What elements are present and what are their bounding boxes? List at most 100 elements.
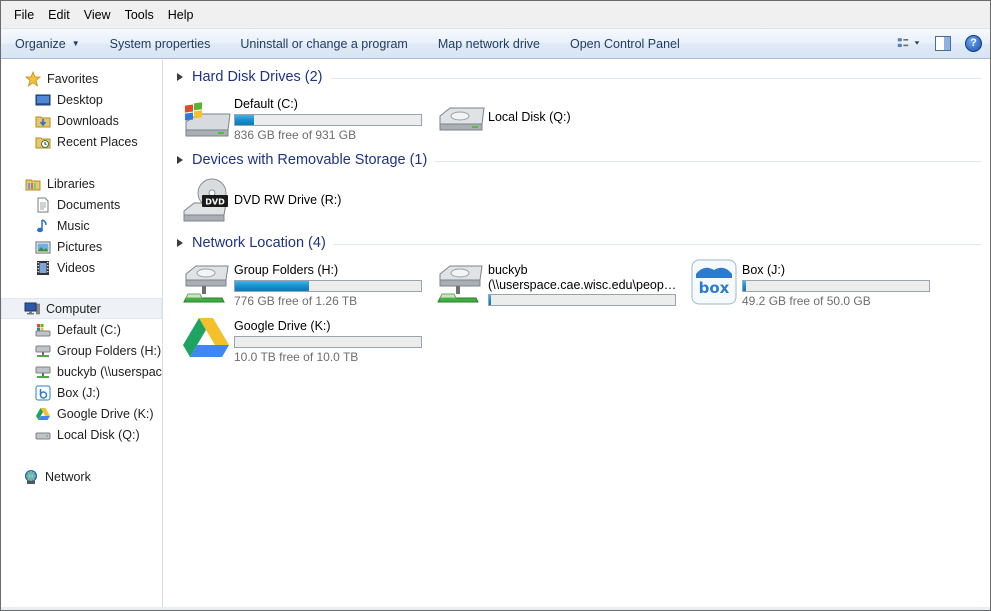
drive-name: Google Drive (K:) — [234, 319, 331, 333]
nav-libraries[interactable]: Libraries — [1, 173, 162, 194]
drive-info: buckyb (\\userspace.cae.wisc.edu\people.… — [488, 258, 678, 308]
change-view-button[interactable] — [897, 33, 921, 53]
drive-usage-bar — [742, 280, 930, 292]
nav-default-c[interactable]: Default (C:) — [1, 319, 162, 340]
drive-usage-fill — [743, 281, 746, 291]
pictures-icon — [35, 239, 51, 255]
nav-label: Videos — [57, 260, 95, 275]
menu-file[interactable]: File — [7, 6, 41, 24]
hard-drive-icon — [35, 427, 51, 443]
nav-buckyb[interactable]: buckyb (\\userspace — [1, 361, 162, 382]
nav-music[interactable]: Music — [1, 215, 162, 236]
group-title: Hard Disk Drives (2) — [192, 69, 323, 85]
nav-label: Recent Places — [57, 134, 138, 149]
group-removable-storage[interactable]: Devices with Removable Storage (1) — [174, 150, 982, 170]
drive-tile-j[interactable]: box Box (J:) 49.2 GB free of 50.0 GB — [690, 258, 965, 308]
nav-local-disk-q[interactable]: Local Disk (Q:) — [1, 424, 162, 445]
nav-computer[interactable]: Computer — [1, 298, 162, 319]
uninstall-program-button[interactable]: Uninstall or change a program — [240, 37, 407, 51]
nav-label: Pictures — [57, 239, 103, 254]
nav-label: Documents — [57, 197, 121, 212]
box-logo-text: box — [699, 279, 730, 297]
nav-box-j[interactable]: Box (J:) — [1, 382, 162, 403]
network-drive-icon — [182, 258, 234, 308]
status-bar — [1, 607, 990, 610]
help-button[interactable]: ? — [965, 34, 982, 52]
drive-usage-bar — [488, 294, 676, 306]
nav-group-folders-h[interactable]: Group Folders (H:) — [1, 340, 162, 361]
group-title: Devices with Removable Storage (1) — [192, 152, 428, 168]
drive-tile-h[interactable]: Group Folders (H:) 776 GB free of 1.26 T… — [182, 258, 427, 308]
network-drive-icon — [436, 258, 488, 308]
drive-info: Local Disk (Q:) — [488, 92, 571, 142]
drive-usage-fill — [235, 115, 254, 125]
nav-label: buckyb (\\userspace — [57, 364, 163, 379]
drive-info: DVD RW Drive (R:) — [234, 175, 341, 225]
network-drive-icon — [35, 364, 51, 380]
collapse-triangle-icon[interactable] — [177, 239, 183, 247]
group-divider — [333, 243, 982, 245]
drive-tile-c[interactable]: Default (C:) 836 GB free of 931 GB — [182, 92, 427, 142]
open-control-panel-button[interactable]: Open Control Panel — [570, 37, 680, 51]
collapse-triangle-icon[interactable] — [177, 73, 183, 81]
drive-name: Box (J:) — [742, 263, 786, 277]
drive-name: Default (C:) — [234, 97, 298, 111]
drive-tile-q[interactable]: Local Disk (Q:) — [436, 92, 681, 142]
nav-label: Libraries — [47, 176, 95, 191]
preview-pane-button[interactable] — [931, 33, 955, 53]
google-drive-icon — [35, 406, 51, 422]
downloads-folder-icon — [35, 113, 51, 129]
group-divider — [330, 77, 982, 79]
drive-free-space: 10.0 TB free of 10.0 TB — [234, 350, 359, 364]
view-options-icon — [897, 38, 920, 47]
nav-pictures[interactable]: Pictures — [1, 236, 162, 257]
group-divider — [435, 160, 982, 162]
windows-drive-icon — [35, 322, 51, 338]
menu-help[interactable]: Help — [161, 6, 201, 24]
document-icon — [35, 197, 51, 213]
nav-favorites[interactable]: Favorites — [1, 68, 162, 89]
drive-info: Default (C:) 836 GB free of 931 GB — [234, 92, 422, 142]
hard-drive-icon — [436, 92, 488, 142]
nav-recent-places[interactable]: Recent Places — [1, 131, 162, 152]
collapse-triangle-icon[interactable] — [177, 156, 183, 164]
group-network-location[interactable]: Network Location (4) — [174, 233, 982, 253]
nav-label: Favorites — [47, 71, 99, 86]
nav-label: Downloads — [57, 113, 119, 128]
menu-bar: File Edit View Tools Help — [1, 1, 990, 29]
explorer-window: File Edit View Tools Help Organize ▼ Sys… — [0, 0, 991, 611]
drive-tile-buckyb[interactable]: buckyb (\\userspace.cae.wisc.edu\people.… — [436, 258, 681, 308]
drive-usage-fill — [489, 295, 491, 305]
drive-usage-bar — [234, 336, 422, 348]
star-icon — [25, 70, 41, 87]
drive-name: Group Folders (H:) — [234, 263, 339, 277]
menu-view[interactable]: View — [77, 6, 118, 24]
map-network-drive-button[interactable]: Map network drive — [438, 37, 540, 51]
box-logo-icon: box — [690, 258, 742, 308]
system-properties-button[interactable]: System properties — [110, 37, 211, 51]
nav-videos[interactable]: Videos — [1, 257, 162, 278]
box-logo-icon — [35, 385, 51, 401]
command-bar: Organize ▼ System properties Uninstall o… — [1, 29, 990, 59]
nav-network[interactable]: Network — [1, 466, 162, 487]
nav-label: Group Folders (H:) — [57, 343, 162, 358]
recent-places-icon — [35, 134, 51, 150]
nav-label: Desktop — [57, 92, 103, 107]
drive-tile-k[interactable]: Google Drive (K:) 10.0 TB free of 10.0 T… — [182, 314, 427, 364]
drive-name: Local Disk (Q:) — [488, 110, 571, 124]
nav-google-drive-k[interactable]: Google Drive (K:) — [1, 403, 162, 424]
drive-info: Box (J:) 49.2 GB free of 50.0 GB — [742, 258, 930, 308]
menu-tools[interactable]: Tools — [118, 6, 161, 24]
group-hard-disk-drives[interactable]: Hard Disk Drives (2) — [174, 67, 982, 87]
nav-desktop[interactable]: Desktop — [1, 89, 162, 110]
drive-free-space: 776 GB free of 1.26 TB — [234, 294, 358, 308]
organize-button[interactable]: Organize ▼ — [15, 37, 80, 51]
music-note-icon — [35, 218, 51, 234]
drive-name: DVD RW Drive (R:) — [234, 193, 342, 207]
drive-tile-r[interactable]: DVD DVD RW Drive (R:) — [182, 175, 427, 225]
nav-documents[interactable]: Documents — [1, 194, 162, 215]
drive-path: (\\userspace.cae.wisc.edu\people... — [488, 278, 678, 292]
nav-downloads[interactable]: Downloads — [1, 110, 162, 131]
drive-usage-fill — [235, 281, 310, 291]
menu-edit[interactable]: Edit — [41, 6, 77, 24]
